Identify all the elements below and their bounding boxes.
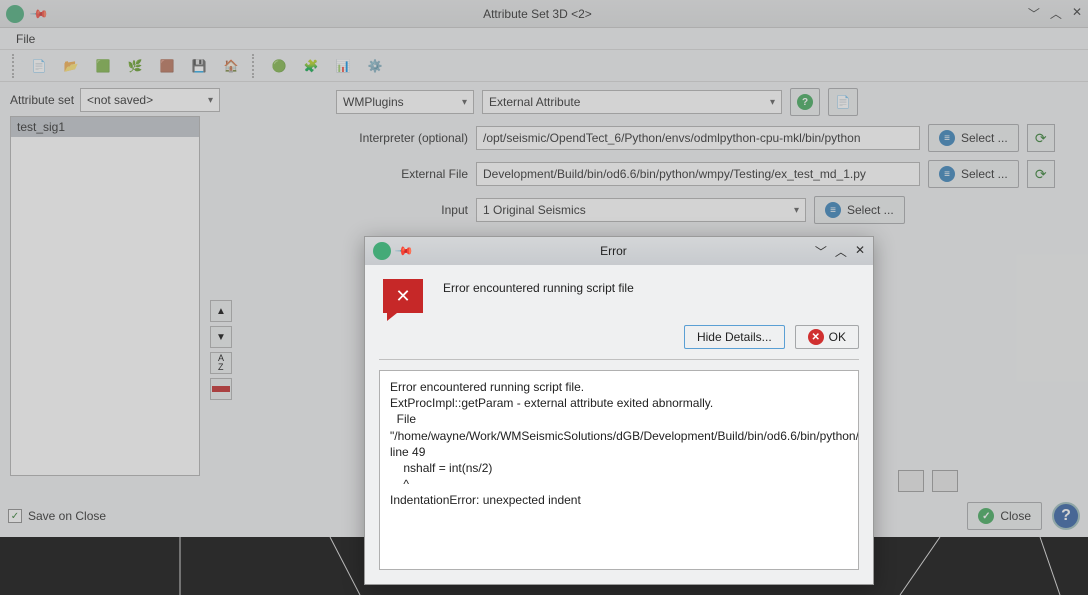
tool-b-icon[interactable]: 🧩 bbox=[298, 53, 324, 79]
extfile-select-button[interactable]: ≡Select ... bbox=[928, 160, 1019, 188]
move-down-button[interactable]: ▼ bbox=[210, 326, 232, 348]
new-icon[interactable]: 📄 bbox=[26, 53, 52, 79]
cube-open-icon[interactable]: 🟩 bbox=[90, 53, 116, 79]
interpreter-value: /opt/seismic/OpendTect_6/Python/envs/odm… bbox=[483, 131, 861, 145]
sheet-icon[interactable]: 📄 bbox=[828, 88, 858, 116]
move-up-button[interactable]: ▲ bbox=[210, 300, 232, 322]
input-label: Input bbox=[240, 203, 468, 217]
remove-button[interactable] bbox=[210, 378, 232, 400]
help-small-button[interactable]: ? bbox=[790, 88, 820, 116]
plugin-group-value: WMPlugins bbox=[343, 95, 404, 109]
dialog-max-button[interactable]: ︿ bbox=[835, 243, 847, 260]
save-on-close-checkbox[interactable]: ✓ bbox=[8, 509, 22, 523]
attribute-type-value: External Attribute bbox=[489, 95, 580, 109]
folder-icon[interactable] bbox=[898, 470, 924, 492]
extfile-value: Development/Build/bin/od6.6/bin/python/w… bbox=[483, 167, 866, 181]
dialog-separator bbox=[379, 359, 859, 360]
interpreter-refresh-button[interactable]: ⟳ bbox=[1027, 124, 1055, 152]
extfile-refresh-button[interactable]: ⟳ bbox=[1027, 160, 1055, 188]
close-window-button[interactable]: ✕ bbox=[1072, 5, 1082, 22]
dialog-title: Error bbox=[412, 244, 815, 258]
bottom-icon-row bbox=[898, 470, 958, 492]
input-value: 1 Original Seismics bbox=[483, 203, 586, 217]
toolbar-grip bbox=[12, 54, 18, 78]
tool-c-icon[interactable]: 📊 bbox=[330, 53, 356, 79]
interpreter-select-button[interactable]: ≡Select ... bbox=[928, 124, 1019, 152]
toolbar: 📄 📂 🟩 🌿 🟫 💾 🏠 🟢 🧩 📊 ⚙️ bbox=[0, 50, 1088, 82]
toolbar-sep bbox=[252, 54, 258, 78]
help-button[interactable]: ? bbox=[1052, 502, 1080, 530]
extfile-field[interactable]: Development/Build/bin/od6.6/bin/python/w… bbox=[476, 162, 920, 186]
dialog-min-button[interactable]: ﹀ bbox=[815, 243, 827, 260]
dialog-close-button[interactable]: ✕ bbox=[855, 243, 865, 260]
attribute-list[interactable]: test_sig1 bbox=[10, 116, 200, 476]
error-details[interactable]: Error encountered running script file. E… bbox=[379, 370, 859, 570]
sort-button[interactable]: AZ bbox=[210, 352, 232, 374]
extfile-label: External File bbox=[240, 167, 468, 181]
error-icon: ✕ bbox=[383, 279, 423, 313]
error-dialog: 📌 Error ﹀ ︿ ✕ ✕ Error encountered runnin… bbox=[364, 236, 874, 585]
export-icon[interactable]: 🟫 bbox=[154, 53, 180, 79]
tool-d-icon[interactable]: ⚙️ bbox=[362, 53, 388, 79]
save-icon[interactable]: 💾 bbox=[186, 53, 212, 79]
dialog-message: Error encountered running script file bbox=[443, 279, 634, 295]
input-combo[interactable]: 1 Original Seismics bbox=[476, 198, 806, 222]
app-icon bbox=[6, 5, 24, 23]
attribute-set-value: <not saved> bbox=[87, 93, 153, 107]
dialog-app-icon bbox=[373, 242, 391, 260]
minimize-button[interactable]: ﹀ bbox=[1028, 5, 1040, 22]
tool-a-icon[interactable]: 🟢 bbox=[266, 53, 292, 79]
maximize-button[interactable]: ︿ bbox=[1050, 5, 1062, 22]
open-icon[interactable]: 📂 bbox=[58, 53, 84, 79]
plugin-group-combo[interactable]: WMPlugins bbox=[336, 90, 474, 114]
menubar: File bbox=[0, 28, 1088, 50]
saveas-icon[interactable]: 🏠 bbox=[218, 53, 244, 79]
hide-details-button[interactable]: Hide Details... bbox=[684, 325, 785, 349]
attribute-set-combo[interactable]: <not saved> bbox=[80, 88, 220, 112]
left-panel: Attribute set <not saved> test_sig1 ▲ ▼ … bbox=[0, 82, 240, 512]
attribute-type-combo[interactable]: External Attribute bbox=[482, 90, 782, 114]
interpreter-label: Interpreter (optional) bbox=[240, 131, 468, 145]
interpreter-field[interactable]: /opt/seismic/OpendTect_6/Python/envs/odm… bbox=[476, 126, 920, 150]
close-button[interactable]: ✓Close bbox=[967, 502, 1042, 530]
attribute-set-label: Attribute set bbox=[10, 93, 74, 107]
window-title: Attribute Set 3D <2> bbox=[47, 7, 1028, 21]
folder-icon[interactable] bbox=[932, 470, 958, 492]
save-on-close-label: Save on Close bbox=[28, 509, 106, 523]
titlebar: 📌 Attribute Set 3D <2> ﹀ ︿ ✕ bbox=[0, 0, 1088, 28]
ok-button[interactable]: ✕OK bbox=[795, 325, 859, 349]
menu-file[interactable]: File bbox=[16, 32, 35, 46]
input-select-button[interactable]: ≡Select ... bbox=[814, 196, 905, 224]
list-item[interactable]: test_sig1 bbox=[11, 117, 199, 137]
dialog-titlebar: 📌 Error ﹀ ︿ ✕ bbox=[365, 237, 873, 265]
import-icon[interactable]: 🌿 bbox=[122, 53, 148, 79]
